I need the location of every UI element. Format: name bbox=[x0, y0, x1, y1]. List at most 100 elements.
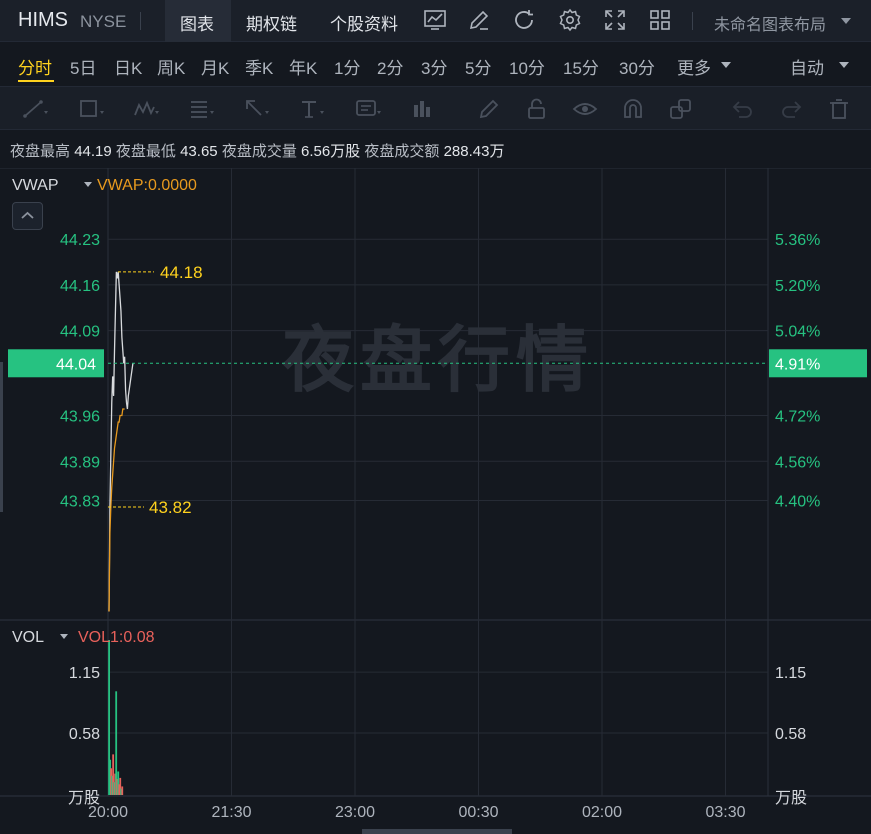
layout-name[interactable]: 未命名图表布局 bbox=[714, 11, 826, 35]
magnet-icon[interactable] bbox=[620, 97, 646, 121]
exchange-label: NYSE bbox=[80, 12, 127, 31]
x-tick-label: 20:00 bbox=[88, 804, 128, 821]
period-year-k[interactable]: 年K bbox=[289, 54, 317, 79]
period-15m[interactable]: 15分 bbox=[563, 54, 599, 79]
undo-icon[interactable] bbox=[730, 97, 756, 121]
lock-icon[interactable] bbox=[524, 97, 550, 121]
pct-tick-label: 4.40% bbox=[775, 493, 820, 510]
chevron-down-icon bbox=[84, 182, 92, 187]
left-scroll-handle[interactable] bbox=[0, 362, 3, 512]
period-intraday[interactable]: 分时 bbox=[18, 54, 52, 79]
period-more[interactable]: 更多 bbox=[677, 54, 711, 79]
period-quarter-k[interactable]: 季K bbox=[245, 54, 273, 79]
text-tool-icon[interactable] bbox=[298, 97, 324, 121]
tab-options-chain[interactable]: 期权链 bbox=[246, 10, 297, 35]
chevron-down-icon[interactable] bbox=[841, 18, 851, 24]
fullscreen-icon[interactable] bbox=[603, 8, 627, 32]
y-tick-label: 43.96 bbox=[60, 409, 100, 426]
volume-axis-left: 1.150.58万股 bbox=[68, 665, 100, 807]
divider bbox=[140, 12, 141, 30]
period-2m[interactable]: 2分 bbox=[377, 54, 403, 79]
divider bbox=[692, 12, 693, 30]
line-tool-icon[interactable] bbox=[22, 97, 48, 121]
brush-icon[interactable] bbox=[476, 97, 502, 121]
night-session-stats: 夜盘最高 44.19 夜盘最低 43.65 夜盘成交量 6.56万股 夜盘成交额… bbox=[10, 140, 504, 161]
x-tick-label: 03:30 bbox=[705, 804, 745, 821]
tab-stock-profile[interactable]: 个股资料 bbox=[330, 10, 398, 35]
period-bar: 分时 5日 日K 周K 月K 季K 年K 1分 2分 3分 5分 10分 15分… bbox=[0, 43, 871, 85]
x-tick-label: 23:00 bbox=[335, 804, 375, 821]
max-price-label: 44.18 bbox=[160, 263, 203, 282]
chevron-down-icon[interactable] bbox=[839, 62, 849, 68]
time-axis: 20:00 21:30 23:00 00:30 02:00 03:30 bbox=[88, 804, 746, 821]
top-bar: HIMS NYSE 图表 期权链 个股资料 未命名图表布局 bbox=[0, 0, 871, 42]
pct-tick-label: 5.20% bbox=[775, 278, 820, 295]
collapse-panel-button[interactable] bbox=[12, 202, 43, 230]
vol-indicator-value: VOL1:0.08 bbox=[78, 629, 155, 646]
drawing-toolbar bbox=[0, 86, 871, 130]
chevron-up-icon bbox=[21, 211, 34, 219]
gear-icon[interactable] bbox=[558, 8, 582, 32]
trash-icon[interactable] bbox=[826, 97, 852, 121]
bars-tool-icon[interactable] bbox=[410, 97, 436, 121]
chevron-down-icon[interactable] bbox=[721, 62, 731, 68]
price-labels: VWAP VWAP:0.0000 VOL VOL1:0.08 44.18 43.82 44.… bbox=[8, 177, 867, 646]
vwap-indicator-value: VWAP:0.0000 bbox=[97, 177, 197, 194]
x-tick-label: 21:30 bbox=[211, 804, 251, 821]
grid-layout-icon[interactable] bbox=[648, 8, 672, 32]
pct-tick-label: 5.04% bbox=[775, 324, 820, 341]
vol-tick-label-right: 0.58 bbox=[775, 726, 806, 743]
pattern-tool-icon[interactable] bbox=[133, 97, 159, 121]
vol-tick-label-right: 1.15 bbox=[775, 665, 806, 682]
intraday-chart[interactable]: 夜盘行情 44.23 44.16 44.09 43.96 43.89 43.83 5.36… bbox=[0, 168, 871, 828]
arrow-tool-icon[interactable] bbox=[243, 97, 269, 121]
vol-unit-label-right: 万股 bbox=[775, 789, 807, 807]
period-10m[interactable]: 10分 bbox=[509, 54, 545, 79]
bottom-scrollbar[interactable] bbox=[362, 829, 512, 834]
eye-icon[interactable] bbox=[572, 97, 598, 121]
period-month-k[interactable]: 月K bbox=[201, 54, 229, 79]
vol-tick-label: 0.58 bbox=[69, 726, 100, 743]
period-30m[interactable]: 30分 bbox=[619, 54, 655, 79]
pct-tick-label: 5.36% bbox=[775, 232, 820, 249]
pct-tick-label: 4.72% bbox=[775, 409, 820, 426]
current-price-value: 44.04 bbox=[56, 356, 96, 373]
adjust-select[interactable]: 自动 bbox=[790, 54, 824, 79]
min-price-label: 43.82 bbox=[149, 498, 192, 517]
fibonacci-tool-icon[interactable] bbox=[188, 97, 214, 121]
price-line bbox=[108, 271, 134, 612]
period-week-k[interactable]: 周K bbox=[157, 54, 185, 79]
pencil-icon[interactable] bbox=[467, 8, 491, 32]
period-5d[interactable]: 5日 bbox=[70, 54, 96, 79]
vwap-indicator-name[interactable]: VWAP bbox=[12, 177, 59, 194]
pct-tick-label: 4.56% bbox=[775, 454, 820, 471]
period-active-underline bbox=[18, 80, 54, 82]
rectangle-tool-icon[interactable] bbox=[78, 97, 104, 121]
tab-chart[interactable]: 图表 bbox=[180, 10, 214, 35]
current-pct-value: 4.91% bbox=[775, 356, 820, 373]
stat-high-label: 夜盘最高 bbox=[10, 143, 71, 160]
volume-axis-right: 1.15 0.58 万股 bbox=[775, 665, 807, 807]
stat-low-label: 夜盘最低 bbox=[115, 143, 176, 160]
y-tick-label: 44.16 bbox=[60, 278, 100, 295]
redo-icon[interactable] bbox=[778, 97, 804, 121]
annotation-tool-icon[interactable] bbox=[355, 97, 381, 121]
chevron-down-icon bbox=[60, 634, 68, 639]
period-5m[interactable]: 5分 bbox=[465, 54, 491, 79]
stat-low-value: 43.65 bbox=[180, 143, 218, 160]
period-1m[interactable]: 1分 bbox=[334, 54, 360, 79]
stat-amount-label: 夜盘成交额 bbox=[364, 143, 440, 160]
period-3m[interactable]: 3分 bbox=[421, 54, 447, 79]
x-tick-label: 02:00 bbox=[582, 804, 622, 821]
stat-volume-label: 夜盘成交量 bbox=[221, 143, 297, 160]
indicator-chart-icon[interactable] bbox=[423, 8, 447, 32]
vol-indicator-name[interactable]: VOL bbox=[12, 629, 44, 646]
y-tick-label: 44.09 bbox=[60, 324, 100, 341]
vol-tick-label: 1.15 bbox=[69, 665, 100, 682]
y-tick-label: 44.23 bbox=[60, 232, 100, 249]
period-day-k[interactable]: 日K bbox=[114, 54, 142, 79]
refresh-icon[interactable] bbox=[512, 8, 536, 32]
volume-bars bbox=[108, 640, 124, 795]
layers-icon[interactable] bbox=[668, 97, 694, 121]
stat-high-value: 44.19 bbox=[74, 143, 112, 160]
